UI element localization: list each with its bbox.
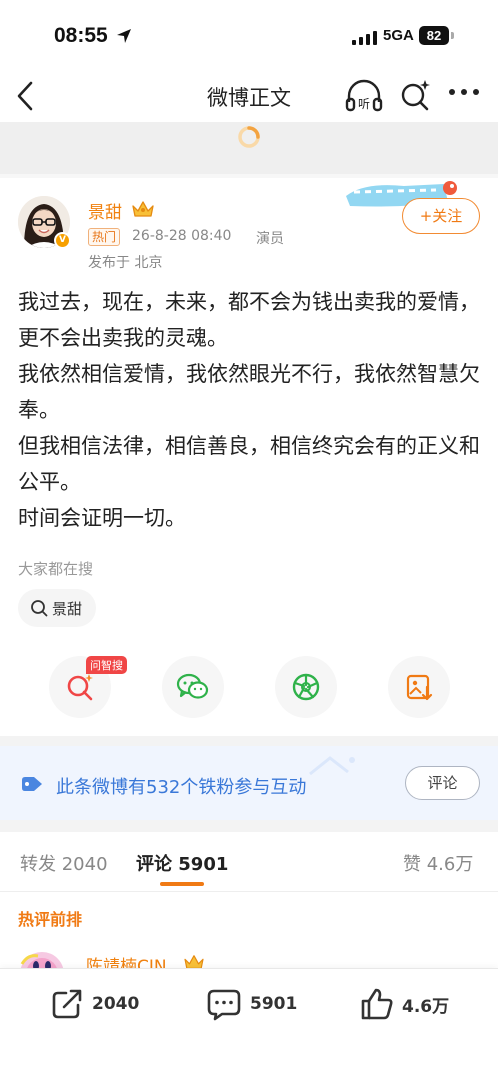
vip-crown-icon xyxy=(132,201,154,217)
search-icon xyxy=(31,600,48,617)
wechat-icon xyxy=(176,673,209,699)
divider xyxy=(0,820,498,832)
save-image-icon xyxy=(406,674,433,701)
repost-share-icon xyxy=(52,989,82,1019)
hot-comments-title: 热评前排 xyxy=(18,910,83,929)
thumbs-up-icon xyxy=(361,988,393,1020)
post-body: 我过去，现在，未来，都不会为钱出卖我的爱情，更不会出卖我的灵魂。 我依然相信爱情… xyxy=(18,290,480,530)
location-arrow-icon xyxy=(117,29,131,43)
moments-aperture-icon xyxy=(292,673,320,701)
tab-comments[interactable]: 评论 5901 xyxy=(136,850,228,876)
search-chip-label: 景甜 xyxy=(52,599,83,618)
verified-badge-icon: V xyxy=(54,232,71,249)
search-chip[interactable]: 景甜 xyxy=(18,589,97,627)
battery-icon: 82 xyxy=(419,26,449,45)
fans-interaction-bar: 此条微博有532个铁粉参与互动 评论 xyxy=(0,746,498,820)
decorative-sparkle-icon xyxy=(309,756,355,776)
repost-count: 2040 xyxy=(92,994,140,1014)
like-count: 4.6万 xyxy=(402,996,450,1017)
svg-text:听: 听 xyxy=(358,97,370,111)
signal-icon xyxy=(352,29,377,45)
loading-spinner-icon xyxy=(238,126,260,148)
tab-reposts[interactable]: 转发 2040 xyxy=(20,850,108,876)
ai-search-icon[interactable] xyxy=(398,78,432,112)
search-hint-label: 大家都在搜 xyxy=(18,560,94,578)
status-time: 08:55 xyxy=(54,24,108,47)
battery-tip xyxy=(451,32,454,39)
active-tab-indicator xyxy=(160,882,204,886)
share-moments-button[interactable] xyxy=(275,656,337,718)
post-time: 26-8-28 08:40 xyxy=(132,228,232,244)
ai-search-tag: 问智搜 xyxy=(86,656,127,674)
engagement-tabs: 转发 2040 评论 5901 赞 4.6万 xyxy=(0,832,498,892)
tab-likes[interactable]: 赞 4.6万 xyxy=(403,850,473,876)
save-image-button[interactable] xyxy=(388,656,450,718)
comment-button[interactable]: 评论 xyxy=(405,766,480,800)
post-source: 演员 xyxy=(256,231,284,247)
fans-badge-icon xyxy=(22,777,42,791)
divider xyxy=(0,736,498,746)
bottom-action-bar: 2040 5901 4.6万 xyxy=(0,968,498,1080)
more-dots-icon[interactable] xyxy=(448,82,480,102)
follow-button[interactable]: +关注 xyxy=(402,198,480,234)
share-wechat-button[interactable] xyxy=(162,656,224,718)
post-location: 发布于 北京 xyxy=(88,255,163,271)
repost-button[interactable]: 2040 xyxy=(50,987,139,1021)
like-button[interactable]: 4.6万 xyxy=(360,987,449,1021)
comment-bubble-icon xyxy=(207,989,241,1021)
author-name[interactable]: 景甜 xyxy=(88,198,122,223)
comment-count-button[interactable]: 5901 xyxy=(206,987,297,1021)
listen-headphones-icon[interactable]: 听 xyxy=(344,78,384,114)
hot-tag: 热门 xyxy=(88,228,121,246)
share-actions-row xyxy=(0,656,498,724)
nav-bar: 微博正文 听 xyxy=(0,72,498,122)
fans-interaction-text: 此条微博有532个铁粉参与互动 xyxy=(56,777,307,798)
network-type: 5GA xyxy=(383,27,414,44)
comment-count: 5901 xyxy=(250,994,298,1014)
ai-search-icon xyxy=(67,674,93,701)
status-bar: 08:55 5GA 82 xyxy=(0,0,498,72)
